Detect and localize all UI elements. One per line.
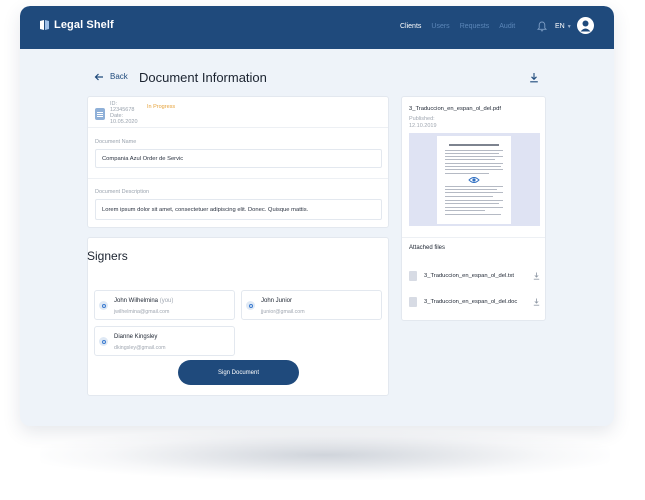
signer-email: jjunior@gmail.com (261, 309, 305, 315)
document-description-field[interactable]: Lorem ipsum dolor sit amet, consectetuer… (95, 199, 382, 220)
published-info: Published: 12.10.2019 (409, 116, 437, 130)
nav-item-audit[interactable]: Audit (499, 23, 515, 30)
signer-name-text: John Junior (261, 298, 293, 304)
signer-icon (99, 301, 108, 310)
preview-line (445, 186, 503, 187)
nav-item-users[interactable]: Users (431, 23, 449, 30)
logo-icon (40, 20, 49, 30)
signers-title: Signers (87, 249, 128, 263)
preview-line (445, 189, 497, 190)
signer-email: jwilhelmina@gmail.com (114, 309, 170, 315)
preview-line (445, 166, 501, 167)
preview-line (445, 203, 499, 204)
bell-icon[interactable] (537, 21, 547, 32)
signer-icon (99, 337, 108, 346)
document-meta: ID: 12345678 Date: 10.05.2020 (110, 101, 138, 125)
preview-line (445, 200, 503, 201)
attached-files-title: Attached files (409, 245, 446, 251)
sign-document-button[interactable]: Sign Document (178, 360, 299, 385)
attachment-name: 3_Traduccion_en_espan_ol_del.txt (424, 273, 515, 279)
preview-line (445, 192, 503, 193)
preview-line (445, 163, 503, 164)
preview-line (445, 169, 503, 170)
document-name-field[interactable]: Compania Azul Order de Servic (95, 149, 382, 168)
document-preview[interactable] (409, 133, 540, 226)
brand-logo[interactable]: Legal Shelf (39, 19, 114, 31)
download-icon[interactable] (533, 272, 540, 280)
attachment-row[interactable]: 3_Traduccion_en_espan_ol_del.doc (409, 296, 541, 308)
preview-line (445, 156, 503, 157)
document-meta-row: ID: 12345678 Date: 10.05.2020 In Progres… (88, 97, 388, 128)
nav-item-requests[interactable]: Requests (460, 23, 490, 30)
document-description-label: Document Description (95, 189, 150, 195)
attachment-row[interactable]: 3_Traduccion_en_espan_ol_del.txt (409, 270, 541, 282)
chevron-down-icon: ▼ (566, 23, 572, 30)
preview-line (449, 144, 499, 146)
preview-line (445, 173, 489, 174)
brand-name: Legal Shelf (54, 19, 114, 31)
language-label: EN (555, 23, 565, 30)
signer-name: John Wilhelmina (you) (114, 298, 173, 304)
published-date: 12.10.2019 (409, 123, 437, 129)
signer-name: Dianne Kingsley (114, 334, 157, 340)
signer-card[interactable]: John Wilhelmina (you) jwilhelmina@gmail.… (94, 290, 235, 320)
file-icon (409, 297, 417, 307)
date-value: 10.05.2020 (110, 119, 138, 125)
language-selector[interactable]: EN ▼ (555, 23, 572, 30)
back-button[interactable]: Back (94, 72, 128, 81)
eye-icon[interactable] (468, 176, 480, 184)
preview-line (445, 210, 485, 211)
signer-email: dkingsley@gmail.com (114, 345, 166, 351)
divider (402, 237, 545, 238)
published-label: Published: (409, 116, 435, 122)
file-preview-card: 3_Traduccion_en_espan_ol_del.pdf Publish… (401, 96, 546, 321)
signer-card[interactable]: Dianne Kingsley dkingsley@gmail.com (94, 326, 235, 356)
back-arrow-icon (94, 73, 103, 80)
top-navigation-bar: Legal Shelf Clients Users Requests Audit… (20, 6, 614, 49)
preview-line (445, 207, 503, 208)
attachment-name: 3_Traduccion_en_espan_ol_del.doc (424, 299, 518, 305)
signer-you-tag: (you) (159, 298, 174, 304)
preview-line (445, 159, 495, 160)
download-icon[interactable] (533, 298, 540, 306)
signer-name-text: Dianne Kingsley (114, 334, 158, 340)
app-window: Legal Shelf Clients Users Requests Audit… (20, 6, 614, 426)
main-nav: Clients Users Requests Audit (400, 23, 515, 30)
signer-icon (246, 301, 255, 310)
document-info-card: ID: 12345678 Date: 10.05.2020 In Progres… (87, 96, 389, 228)
stage: Legal Shelf Clients Users Requests Audit… (0, 0, 645, 500)
signer-name: John Junior (261, 298, 292, 304)
preview-line (445, 196, 493, 197)
window-shadow (40, 430, 610, 480)
avatar[interactable] (577, 17, 594, 34)
preview-file-name[interactable]: 3_Traduccion_en_espan_ol_del.pdf (409, 106, 501, 112)
signer-name-text: John Wilhelmina (114, 298, 159, 304)
status-badge: In Progress (147, 104, 176, 110)
document-icon (95, 108, 105, 120)
preview-line (445, 153, 499, 154)
file-icon (409, 271, 417, 281)
preview-line (445, 150, 503, 151)
divider (88, 178, 388, 179)
avatar-icon (580, 20, 591, 32)
preview-line (445, 214, 501, 215)
signer-card[interactable]: John Junior jjunior@gmail.com (241, 290, 382, 320)
nav-item-clients[interactable]: Clients (400, 23, 421, 30)
page-title: Document Information (139, 70, 267, 85)
back-label: Back (110, 72, 128, 81)
download-icon[interactable] (529, 72, 539, 83)
document-name-label: Document Name (95, 139, 137, 145)
